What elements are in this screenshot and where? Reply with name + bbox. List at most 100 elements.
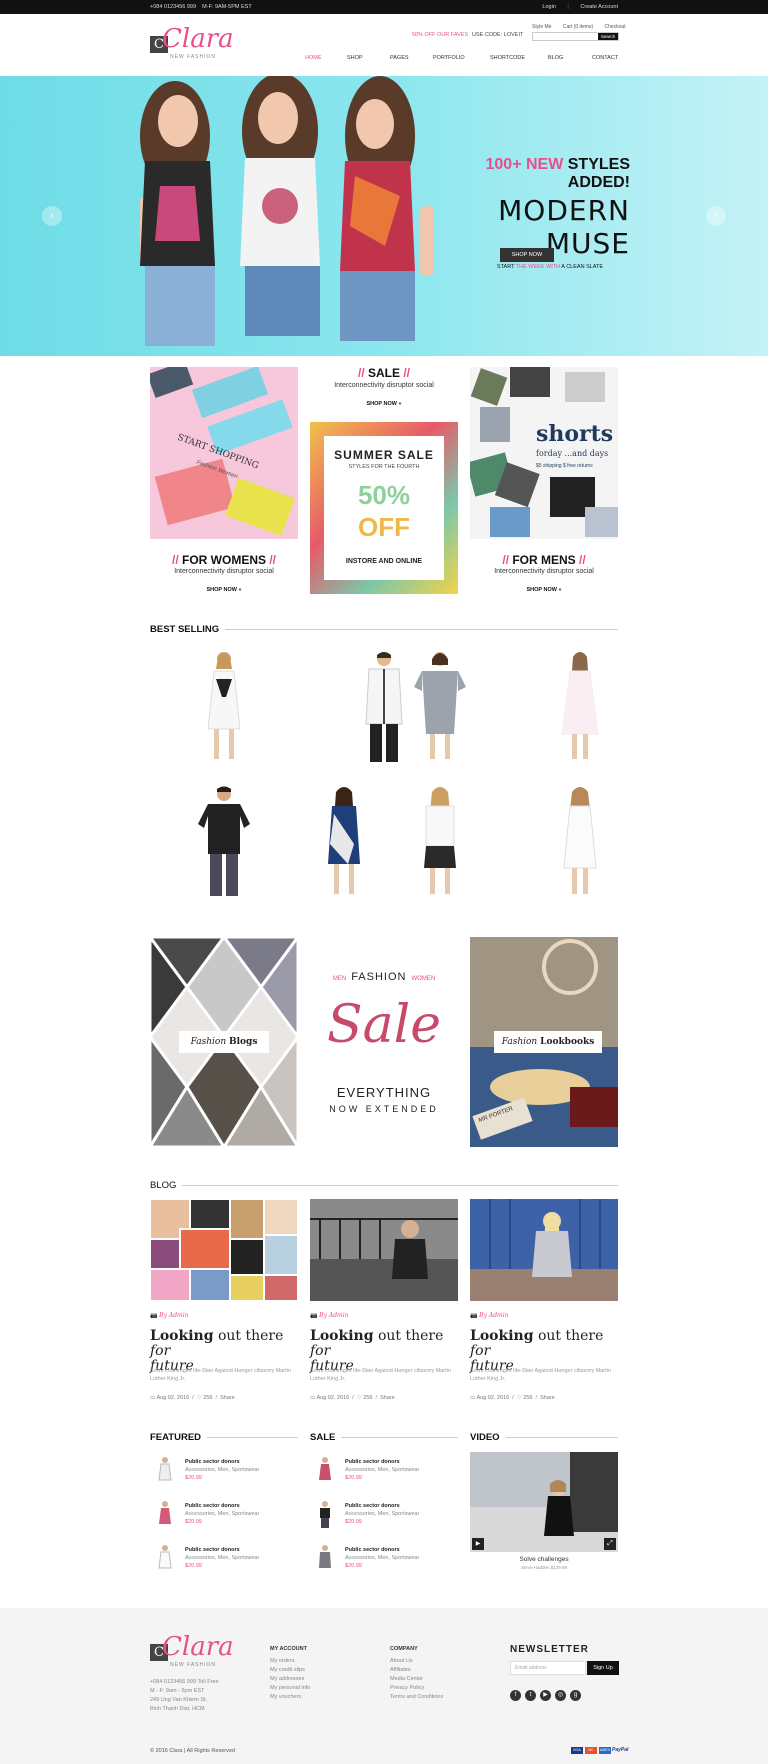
product-card[interactable]: [310, 780, 378, 902]
product-card[interactable]: [470, 645, 618, 767]
title-bold: Looking: [470, 1328, 534, 1344]
product-thumbnail[interactable]: [156, 1544, 174, 1574]
footer-link-orders[interactable]: My orders: [270, 1658, 294, 1664]
list-item-title[interactable]: Public sector donors: [185, 1459, 240, 1465]
site-footer: C Clara NEW FASHION +084 0123456 999 Tol…: [0, 1608, 768, 1764]
product-thumbnail[interactable]: [156, 1500, 174, 1530]
facebook-icon[interactable]: f: [510, 1690, 521, 1701]
footer-link-personal-info[interactable]: My personal info: [270, 1685, 310, 1691]
create-account-link[interactable]: Create Account: [580, 4, 618, 10]
fashion-sale-banner[interactable]: MEN FASHION WOMEN Sale EVERYTHING NOW EX…: [310, 937, 458, 1147]
list-item-price: $20.99: [345, 1475, 362, 1481]
nav-pages[interactable]: PAGES: [390, 55, 409, 61]
blog-author[interactable]: 📷 By Admin: [310, 1312, 349, 1319]
product-image: [563, 787, 597, 894]
product-thumbnail[interactable]: [316, 1544, 334, 1574]
heart-icon[interactable]: ♡: [357, 1395, 362, 1401]
summer-sale-subtitle: STYLES FOR THE FOURTH: [348, 464, 420, 470]
nav-portfolio[interactable]: PORTFOLIO: [433, 55, 465, 61]
fashion-blogs-banner[interactable]: Fashion Blogs: [150, 937, 298, 1147]
heart-icon[interactable]: ♡: [517, 1395, 522, 1401]
footer-link-terms[interactable]: Terms and Conditions: [390, 1694, 443, 1700]
product-thumbnail[interactable]: [316, 1456, 334, 1486]
slider-next-icon[interactable]: ›: [706, 206, 726, 226]
blog-excerpt: Solve challenges life-Stan Against Hunge…: [310, 1368, 451, 1382]
footer-link-vouchers[interactable]: My vouchers: [270, 1694, 301, 1700]
list-item-title[interactable]: Public sector donors: [185, 1503, 240, 1509]
logo-name: Clara: [162, 24, 234, 54]
blog-image[interactable]: [150, 1199, 298, 1301]
google-plus-icon[interactable]: g: [570, 1690, 581, 1701]
share-link[interactable]: Share: [380, 1395, 395, 1401]
nav-home[interactable]: HOME: [305, 55, 322, 61]
share-link[interactable]: Share: [220, 1395, 235, 1401]
footer-logo[interactable]: C Clara NEW FASHION: [150, 1632, 250, 1674]
fashion-lookbooks-banner[interactable]: MR PORTER Fashion Lookbooks: [470, 937, 618, 1147]
instagram-icon[interactable]: ◎: [555, 1690, 566, 1701]
sale-shop-now-link[interactable]: SHOP NOW »: [310, 401, 458, 407]
slash-accent: //: [502, 553, 509, 567]
login-link[interactable]: Login: [542, 4, 555, 10]
hours-text: M-F: 9AM-5PM EST: [202, 4, 252, 10]
slider-prev-icon[interactable]: ‹: [42, 206, 62, 226]
nav-shortcode[interactable]: SHORTCODE: [490, 55, 525, 61]
mens-shop-now-link[interactable]: SHOP NOW »: [470, 587, 618, 593]
mens-banner-image[interactable]: shorts forday ...and days $5 shipping $ …: [470, 367, 618, 539]
list-item-title[interactable]: Public sector donors: [185, 1547, 240, 1553]
product-card[interactable]: [150, 780, 298, 902]
footer-link-credit-slips[interactable]: My credit slips: [270, 1667, 305, 1673]
youtube-icon[interactable]: ▶: [540, 1690, 551, 1701]
womens-shop-now-link[interactable]: SHOP NOW »: [150, 587, 298, 593]
logo[interactable]: C Clara NEW FASHION: [150, 24, 250, 66]
newsletter-signup-button[interactable]: Sign Up: [587, 1661, 619, 1675]
account-links: Login | Create Account: [532, 4, 618, 10]
slash-accent: //: [403, 366, 411, 380]
blog-author[interactable]: 📷 By Admin: [470, 1312, 509, 1319]
footer-link-affiliates[interactable]: Affiliates: [390, 1667, 411, 1673]
product-card[interactable]: [406, 780, 474, 902]
blog-author[interactable]: 📷 By Admin: [150, 1312, 189, 1319]
product-image: [207, 652, 241, 759]
like-count: 259: [363, 1395, 373, 1401]
video-player[interactable]: ▶ ⤢: [470, 1452, 618, 1552]
newsletter-email-input[interactable]: Email address: [510, 1661, 586, 1675]
fullscreen-icon[interactable]: ⤢: [604, 1538, 616, 1550]
mens-title-text: FOR MENS: [512, 553, 576, 567]
nav-blog[interactable]: BLOG: [548, 55, 563, 61]
nav-contact[interactable]: CONTACT: [592, 55, 618, 61]
summer-sale-banner[interactable]: SUMMER SALE STYLES FOR THE FOURTH 50% OF…: [310, 422, 458, 594]
cart-link[interactable]: Cart (0 items): [563, 24, 593, 30]
nav-shop[interactable]: SHOP: [347, 55, 363, 61]
label-bold: Lookbooks: [540, 1037, 595, 1047]
list-item-title[interactable]: Public sector donors: [345, 1459, 400, 1465]
list-item-title[interactable]: Public sector donors: [345, 1503, 400, 1509]
list-item-category: Accessories, Men, Sportswear: [185, 1467, 260, 1473]
top-bar: +084 0123456 999 M-F: 9AM-5PM EST Login …: [0, 0, 768, 14]
list-item-title[interactable]: Public sector donors: [345, 1547, 400, 1553]
twitter-icon[interactable]: t: [525, 1690, 536, 1701]
footer-link-about[interactable]: About Us: [390, 1658, 413, 1664]
slash-accent: //: [171, 553, 179, 567]
footer-link-privacy[interactable]: Privacy Policy: [390, 1685, 424, 1691]
product-thumbnail[interactable]: [156, 1456, 174, 1486]
product-thumbnail[interactable]: [316, 1500, 334, 1530]
list-item-price: $20.99: [345, 1563, 362, 1569]
heart-icon[interactable]: ♡: [197, 1395, 202, 1401]
footer-link-media[interactable]: Media Center: [390, 1676, 423, 1682]
play-icon[interactable]: ▶: [472, 1538, 484, 1550]
search-button[interactable]: Search: [598, 33, 618, 40]
share-link[interactable]: Share: [540, 1395, 555, 1401]
calendar-icon: ▭: [470, 1395, 476, 1401]
product-image: [561, 652, 599, 759]
product-card[interactable]: [150, 645, 298, 767]
product-card[interactable]: [406, 645, 474, 767]
search-input[interactable]: Search: [532, 32, 619, 41]
hero-shop-now-button[interactable]: SHOP NOW: [500, 248, 554, 262]
footer-link-addresses[interactable]: My addresses: [270, 1676, 304, 1682]
blog-image[interactable]: [470, 1199, 618, 1301]
blog-image[interactable]: [310, 1199, 458, 1301]
style-me-link[interactable]: Style Me: [532, 24, 551, 30]
product-card[interactable]: [470, 780, 618, 902]
checkout-link[interactable]: Checkout: [605, 24, 626, 30]
womens-banner-image[interactable]: START SHOPPING Fashion Women: [150, 367, 298, 539]
